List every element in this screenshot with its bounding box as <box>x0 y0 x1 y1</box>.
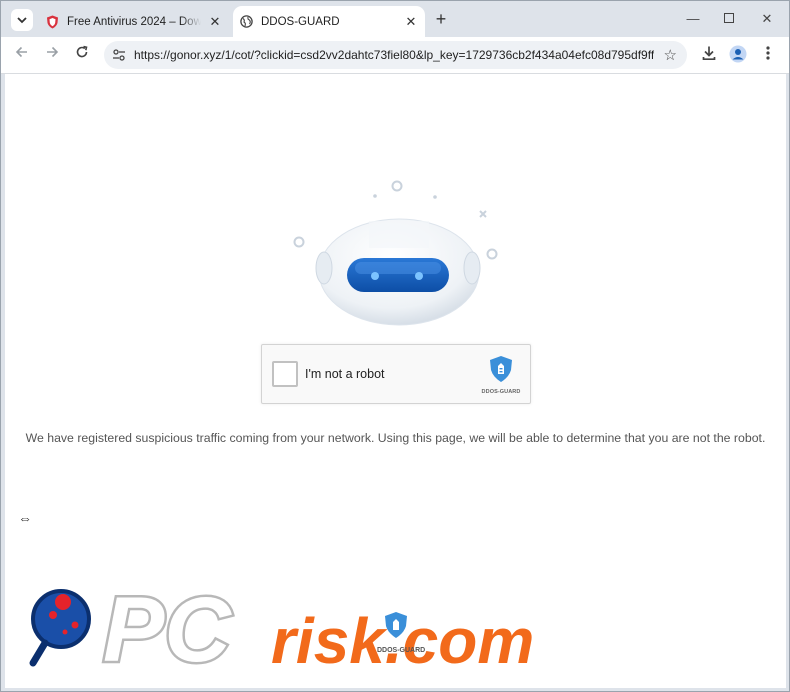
tab-title: DDOS-GUARD <box>261 15 340 28</box>
chevron-down-icon <box>17 17 27 24</box>
tab-title: Free Antivirus 2024 – Download <box>67 15 201 28</box>
profile-button[interactable] <box>727 45 749 65</box>
ddos-guard-overlay-text: DDOS-GUARD <box>377 647 425 654</box>
robot-head-icon <box>293 180 498 326</box>
captcha-widget: I'm not a robot DDOS-GUARD <box>261 344 531 404</box>
pcrisk-watermark-pc: PC <box>103 579 232 681</box>
tab-search-button[interactable] <box>11 9 33 31</box>
reload-icon <box>76 45 88 58</box>
tab-close-icon[interactable]: ✕ <box>207 14 223 30</box>
maximize-button[interactable] <box>717 9 741 29</box>
menu-button[interactable] <box>757 45 779 65</box>
url-text[interactable]: https://gonor.xyz/1/cot/?clickid=csd2vv2… <box>134 41 654 69</box>
kebab-menu-icon <box>766 46 770 60</box>
browser-toolbar: https://gonor.xyz/1/cot/?clickid=csd2vv2… <box>1 37 789 74</box>
profile-avatar-icon <box>729 45 747 63</box>
close-window-button[interactable]: ✕ <box>755 9 779 29</box>
forward-arrow-icon <box>47 46 59 58</box>
downloads-button[interactable] <box>698 45 720 65</box>
tab-free-antivirus[interactable]: Free Antivirus 2024 – Download ✕ <box>39 6 229 37</box>
minimize-button[interactable]: — <box>681 9 705 29</box>
site-settings-icon[interactable] <box>112 48 126 62</box>
magnifier-logo-icon <box>29 589 91 667</box>
warning-message: We have registered suspicious traffic co… <box>25 431 766 445</box>
browser-window: Free Antivirus 2024 – Download ✕ DDOS-GU… <box>0 0 790 692</box>
download-icon <box>702 46 716 61</box>
page-content: I'm not a robot DDOS-GUARD We have regis… <box>5 74 786 688</box>
reload-button[interactable] <box>72 45 92 65</box>
ddos-guard-logo: DDOS-GUARD <box>478 355 524 395</box>
maximize-icon <box>724 13 734 23</box>
forward-button[interactable] <box>42 45 62 65</box>
tab-close-icon[interactable]: ✕ <box>403 14 419 30</box>
resize-cursor-icon: ⇔ <box>18 510 32 526</box>
captcha-checkbox[interactable] <box>272 361 298 387</box>
back-arrow-icon <box>15 46 27 58</box>
address-bar[interactable]: https://gonor.xyz/1/cot/?clickid=csd2vv2… <box>104 41 687 69</box>
back-button[interactable] <box>12 45 32 65</box>
tab-strip: Free Antivirus 2024 – Download ✕ DDOS-GU… <box>1 1 789 37</box>
new-tab-button[interactable]: + <box>431 10 451 30</box>
tab-ddos-guard[interactable]: DDOS-GUARD ✕ <box>233 6 425 37</box>
shield-red-icon <box>45 15 59 29</box>
bookmark-star-icon[interactable]: ☆ <box>664 46 677 64</box>
ddos-guard-shield-icon <box>490 356 512 382</box>
globe-icon <box>239 15 253 29</box>
captcha-label: I'm not a robot <box>305 367 385 381</box>
pcrisk-watermark: PC risk.com DDOS-GUARD <box>29 577 534 684</box>
ddos-guard-logo-text: DDOS-GUARD <box>481 389 521 395</box>
